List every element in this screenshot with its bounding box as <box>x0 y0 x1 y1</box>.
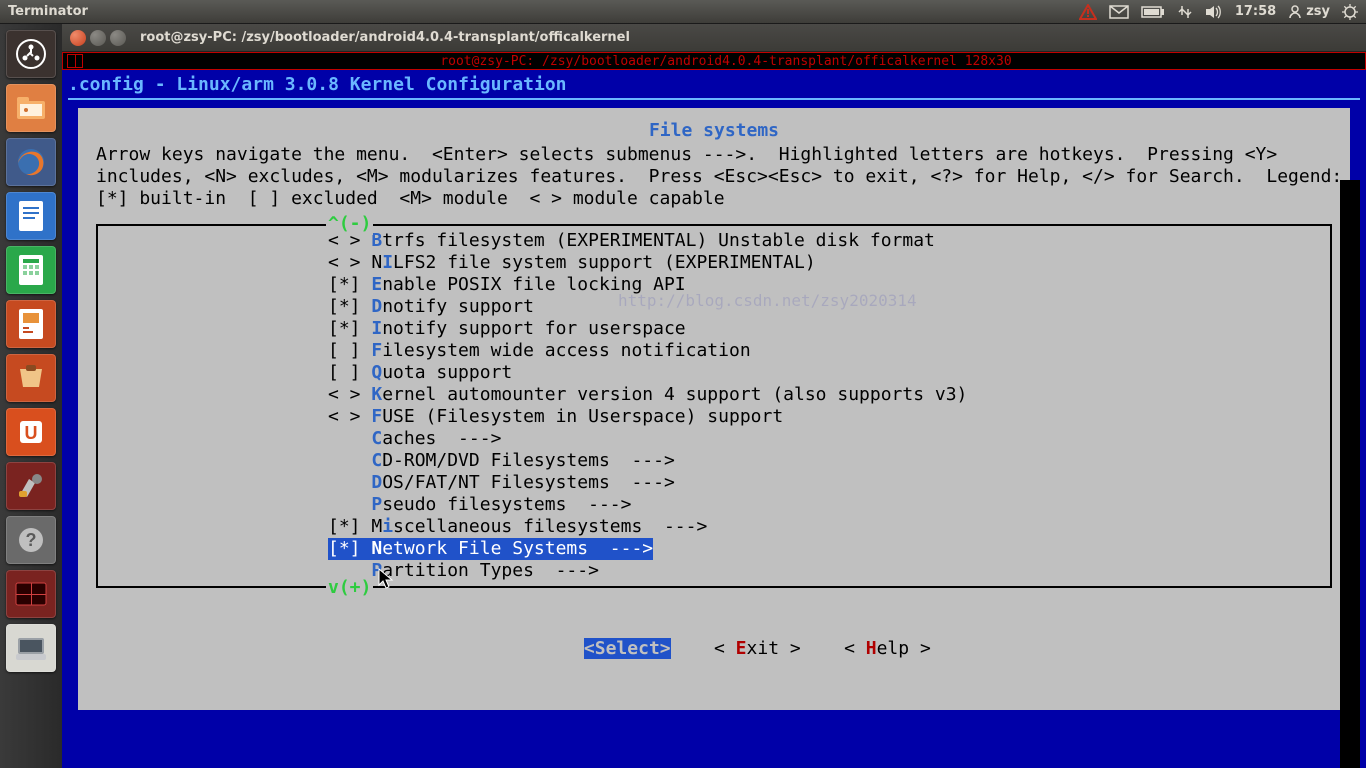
menu-item[interactable]: [ ] Quota support <box>96 362 1332 384</box>
launcher-ubuntu-one[interactable]: U <box>6 408 56 456</box>
user-name: zsy <box>1306 4 1330 19</box>
config-title: .config - Linux/arm 3.0.8 Kernel Configu… <box>68 74 1360 96</box>
svg-text:?: ? <box>26 530 37 550</box>
launcher-settings[interactable] <box>6 462 56 510</box>
launcher-software-center[interactable] <box>6 354 56 402</box>
launcher-terminator[interactable] <box>6 570 56 618</box>
scroll-down-hint: v(+) <box>326 577 373 599</box>
dialog-buttons: <Select> < Exit > < Help > <box>78 616 1350 682</box>
menu-item[interactable]: Caches ---> <box>96 428 1332 450</box>
menu-item[interactable]: CD-ROM/DVD Filesystems ---> <box>96 450 1332 472</box>
volume-icon[interactable] <box>1205 5 1223 19</box>
menu-item[interactable]: < > NILFS2 file system support (EXPERIME… <box>96 252 1332 274</box>
launcher-dash[interactable] <box>6 30 56 78</box>
menu-item[interactable]: < > Kernel automounter version 4 support… <box>96 384 1332 406</box>
help-text: Arrow keys navigate the menu. <Enter> se… <box>78 144 1350 210</box>
menu-item[interactable]: DOS/FAT/NT Filesystems ---> <box>96 472 1332 494</box>
battery-icon[interactable] <box>1141 6 1165 18</box>
launcher-files[interactable] <box>6 84 56 132</box>
active-app-name: Terminator <box>8 4 88 19</box>
terminator-window: root@zsy-PC: /zsy/bootloader/android4.0.… <box>62 24 1366 768</box>
select-button[interactable]: <Select> <box>584 638 671 659</box>
help-button[interactable]: < Help > <box>844 638 931 659</box>
clock[interactable]: 17:58 <box>1235 4 1276 19</box>
window-minimize-button[interactable] <box>90 30 106 46</box>
menu-item[interactable]: [*] Dnotify support <box>96 296 1332 318</box>
menu-item[interactable]: [*] Miscellaneous filesystems ---> <box>96 516 1332 538</box>
launcher-help[interactable]: ? <box>6 516 56 564</box>
titlebar[interactable]: root@zsy-PC: /zsy/bootloader/android4.0.… <box>62 24 1366 52</box>
launcher-firefox[interactable] <box>6 138 56 186</box>
launcher-impress[interactable] <box>6 300 56 348</box>
top-panel: Terminator 17:58 zsy <box>0 0 1366 24</box>
window-title: root@zsy-PC: /zsy/bootloader/android4.0.… <box>140 30 630 45</box>
split-layout-icon <box>67 54 83 68</box>
terminator-split-indicator[interactable]: root@zsy-PC: /zsy/bootloader/android4.0.… <box>62 52 1366 70</box>
menu-item[interactable]: [*] Enable POSIX file locking API <box>96 274 1332 296</box>
user-menu[interactable]: zsy <box>1288 4 1330 19</box>
svg-text:U: U <box>25 423 38 443</box>
menu-item[interactable]: Pseudo filesystems ---> <box>96 494 1332 516</box>
launcher-device[interactable] <box>6 624 56 672</box>
menuconfig-dialog: File systems Arrow keys navigate the men… <box>78 108 1350 710</box>
launcher-calc[interactable] <box>6 246 56 294</box>
section-title: File systems <box>78 120 1350 142</box>
split-title: root@zsy-PC: /zsy/bootloader/android4.0.… <box>87 54 1365 69</box>
menu-item[interactable]: [ ] Filesystem wide access notification <box>96 340 1332 362</box>
mail-icon[interactable] <box>1109 5 1129 19</box>
terminal-area[interactable]: .config - Linux/arm 3.0.8 Kernel Configu… <box>62 70 1366 768</box>
window-close-button[interactable] <box>70 30 86 46</box>
terminal-margin <box>1340 180 1360 768</box>
launcher: U ? <box>0 24 62 768</box>
menu-item[interactable]: < > Btrfs filesystem (EXPERIMENTAL) Unst… <box>96 230 1332 252</box>
scroll-up-hint: ^(-) <box>326 213 373 235</box>
menu-item[interactable]: [*] Inotify support for userspace <box>96 318 1332 340</box>
launcher-writer[interactable] <box>6 192 56 240</box>
warning-icon[interactable] <box>1079 4 1097 20</box>
session-icon[interactable] <box>1342 4 1358 20</box>
menu-item-selected[interactable]: [*] Network File Systems ---> <box>328 538 653 560</box>
network-icon[interactable] <box>1177 4 1193 20</box>
menu-item[interactable]: Partition Types ---> <box>96 560 1332 582</box>
menu-list[interactable]: < > Btrfs filesystem (EXPERIMENTAL) Unst… <box>96 226 1332 586</box>
window-maximize-button[interactable] <box>110 30 126 46</box>
menu-frame: ^(-) < > Btrfs filesystem (EXPERIMENTAL)… <box>96 224 1332 588</box>
exit-button[interactable]: < Exit > <box>714 638 801 659</box>
menu-item[interactable]: < > FUSE (Filesystem in Userspace) suppo… <box>96 406 1332 428</box>
